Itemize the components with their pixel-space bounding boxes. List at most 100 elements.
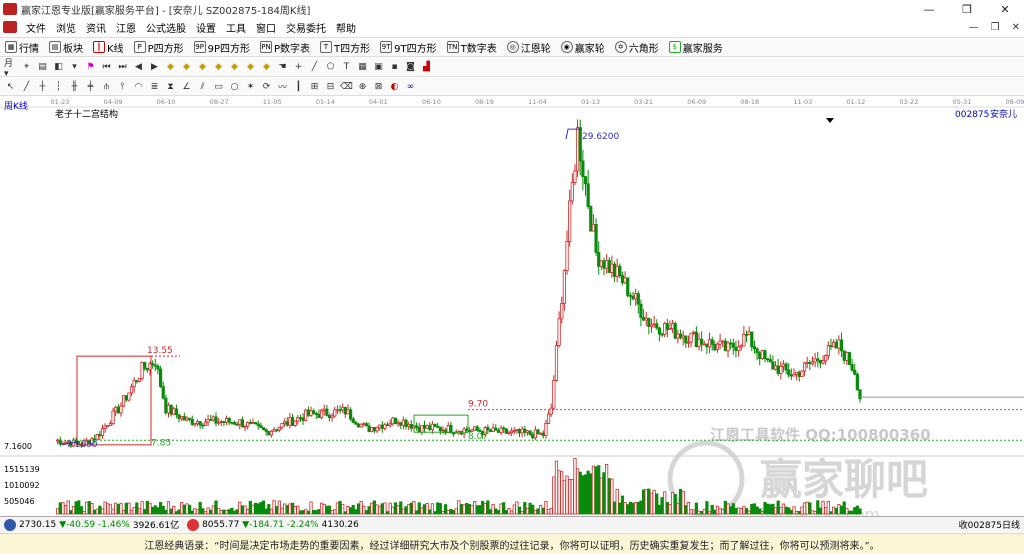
grid2-icon[interactable]: ╪ bbox=[84, 80, 97, 93]
fork-icon[interactable]: ⫛ bbox=[100, 80, 113, 93]
diamond-6-icon[interactable]: ◆ bbox=[244, 61, 257, 74]
arc-icon[interactable]: ◠ bbox=[132, 80, 145, 93]
toolbar-hexagon-button[interactable]: ✡ 六角形 bbox=[610, 40, 664, 55]
diamond-4-icon[interactable]: ◆ bbox=[212, 61, 225, 74]
ruler-icon[interactable]: ⊞ bbox=[308, 80, 321, 93]
volume-bar bbox=[182, 504, 186, 515]
menu-formula[interactable]: 公式选股 bbox=[141, 20, 191, 35]
toolbar-gann-wheel-button[interactable]: ◎ 江恩轮 bbox=[502, 40, 556, 55]
erase-icon[interactable]: ⌫ bbox=[340, 80, 353, 93]
circle-icon[interactable]: ○ bbox=[228, 80, 241, 93]
chart-icon[interactable]: ▟ bbox=[420, 61, 433, 74]
draw-shape-icon[interactable]: ⬠ bbox=[324, 61, 337, 74]
menu-settings[interactable]: 设置 bbox=[191, 20, 221, 35]
draw-tool-4-icon[interactable]: ▾ bbox=[68, 61, 81, 74]
toolbar-t-square-button[interactable]: T T四方形 bbox=[315, 40, 375, 55]
time-icon[interactable]: ⧗ bbox=[164, 80, 177, 93]
volume-bar bbox=[92, 509, 97, 515]
menu-browse[interactable]: 浏览 bbox=[51, 20, 81, 35]
close-button[interactable]: ✕ bbox=[986, 0, 1024, 18]
toolbar-sector-button[interactable]: ▤ 板块 bbox=[44, 40, 88, 55]
mdi-restore-button[interactable]: ❐ bbox=[991, 22, 1000, 33]
next-icon[interactable]: ⏭ bbox=[116, 61, 129, 74]
toolbar-t-table-button[interactable]: TN T数字表 bbox=[442, 40, 502, 55]
volume-bar bbox=[742, 505, 746, 515]
draw-tool-3-icon[interactable]: ◧ bbox=[52, 61, 65, 74]
sz-index-segment[interactable]: 8055.77 ▼-184.71 -2.24% 4130.26 bbox=[183, 518, 363, 531]
bars-icon[interactable]: ┃ bbox=[292, 80, 305, 93]
volume-tick-label: 505046 bbox=[4, 497, 35, 506]
mdi-minimize-button[interactable]: — bbox=[969, 22, 979, 33]
fan-icon[interactable]: ⫯ bbox=[116, 80, 129, 93]
star-icon[interactable]: ✶ bbox=[244, 80, 257, 93]
menu-trade[interactable]: 交易委托 bbox=[281, 20, 331, 35]
toolbar-p-table-button[interactable]: PN P数字表 bbox=[255, 40, 315, 55]
candle-body bbox=[768, 359, 772, 363]
left-icon[interactable]: ◀ bbox=[132, 61, 145, 74]
menu-gann[interactable]: 江恩 bbox=[111, 20, 141, 35]
menu-app-icon[interactable] bbox=[3, 21, 17, 33]
camera-icon[interactable]: ◙ bbox=[404, 61, 417, 74]
candle-body bbox=[261, 427, 266, 430]
chart-area[interactable]: 01-23 04-09 06-10 08-27 11-05 01-14 04-01 06-10… bbox=[0, 96, 1024, 516]
pointer-icon[interactable]: ↖ bbox=[4, 80, 17, 93]
toolbar-service-button[interactable]: $ 赢家服务 bbox=[664, 40, 728, 55]
volume-bar bbox=[684, 505, 688, 515]
candle-body bbox=[689, 332, 693, 343]
draw-line-icon[interactable]: ╱ bbox=[308, 61, 321, 74]
menu-help[interactable]: 帮助 bbox=[331, 20, 361, 35]
candle-body bbox=[520, 428, 524, 434]
grid1-icon[interactable]: ╫ bbox=[68, 80, 81, 93]
toolbar-kline-button[interactable]: ┃ K线 bbox=[88, 40, 129, 55]
zoom-icon[interactable]: ⊕ bbox=[356, 80, 369, 93]
volume-bar bbox=[502, 502, 506, 515]
menu-news[interactable]: 资讯 bbox=[81, 20, 111, 35]
lock-icon[interactable]: ⊠ bbox=[372, 80, 385, 93]
diamond-1-icon[interactable]: ◆ bbox=[164, 61, 177, 74]
box-icon[interactable]: ▭ bbox=[212, 80, 225, 93]
diamond-5-icon[interactable]: ◆ bbox=[228, 61, 241, 74]
volume-bar bbox=[137, 508, 142, 515]
draw-tool-1-icon[interactable]: ⌖ bbox=[20, 61, 33, 74]
mdi-close-button[interactable]: ✕ bbox=[1012, 22, 1020, 33]
menu-window[interactable]: 窗口 bbox=[251, 20, 281, 35]
cycle-icon[interactable]: ⟳ bbox=[260, 80, 273, 93]
hand-icon[interactable]: ☚ bbox=[276, 61, 289, 74]
crosshair-icon[interactable]: + bbox=[292, 61, 305, 74]
channel-icon[interactable]: ⫽ bbox=[196, 80, 209, 93]
flag-icon[interactable]: ⚑ bbox=[84, 61, 97, 74]
toolbar-9t-square-button[interactable]: 9T 9T四方形 bbox=[375, 40, 441, 55]
period-dropdown-icon[interactable]: 月▾ bbox=[4, 59, 17, 79]
hline-icon[interactable]: ┼ bbox=[36, 80, 49, 93]
diamond-3-icon[interactable]: ◆ bbox=[196, 61, 209, 74]
first-icon[interactable]: ⏮ bbox=[100, 61, 113, 74]
toolbar-winner-wheel-button[interactable]: ◉ 赢家轮 bbox=[556, 40, 610, 55]
line-tool-icon[interactable]: ╱ bbox=[20, 80, 33, 93]
kline-chart[interactable]: 01-23 04-09 06-10 08-27 11-05 01-14 04-01 06-10… bbox=[0, 96, 1024, 516]
restore-button[interactable]: ❐ bbox=[948, 0, 986, 18]
save-icon[interactable]: ▪ bbox=[388, 61, 401, 74]
vline-icon[interactable]: ┆ bbox=[52, 80, 65, 93]
right-icon[interactable]: ▶ bbox=[148, 61, 161, 74]
mark-icon[interactable]: ⊟ bbox=[324, 80, 337, 93]
color-icon[interactable]: ◐ bbox=[388, 80, 401, 93]
candle-body bbox=[462, 428, 466, 435]
sh-index-segment[interactable]: 2730.15 ▼-40.59 -1.46% 3926.61亿 bbox=[0, 518, 183, 531]
toolbar-p-square-button[interactable]: P P四方形 bbox=[129, 40, 189, 55]
diamond-2-icon[interactable]: ◆ bbox=[180, 61, 193, 74]
text-tool-icon[interactable]: T bbox=[340, 61, 353, 74]
diamond-7-icon[interactable]: ◆ bbox=[260, 61, 273, 74]
menu-file[interactable]: 文件 bbox=[21, 20, 51, 35]
toolbar-9p-square-button[interactable]: 9P 9P四方形 bbox=[189, 40, 255, 55]
angle-icon[interactable]: ∠ bbox=[180, 80, 193, 93]
table-icon[interactable]: ▦ bbox=[356, 61, 369, 74]
minimize-button[interactable]: — bbox=[910, 0, 948, 18]
calc-icon[interactable]: ▣ bbox=[372, 61, 385, 74]
draw-tool-2-icon[interactable]: ▤ bbox=[36, 61, 49, 74]
toolbar-quotes-button[interactable]: ▦ 行情 bbox=[0, 40, 44, 55]
infinity-icon[interactable]: ∞ bbox=[404, 80, 417, 93]
fib-icon[interactable]: ≣ bbox=[148, 80, 161, 93]
wave-icon[interactable]: 〰 bbox=[276, 80, 289, 93]
candle-body bbox=[839, 339, 844, 352]
menu-tools[interactable]: 工具 bbox=[221, 20, 251, 35]
